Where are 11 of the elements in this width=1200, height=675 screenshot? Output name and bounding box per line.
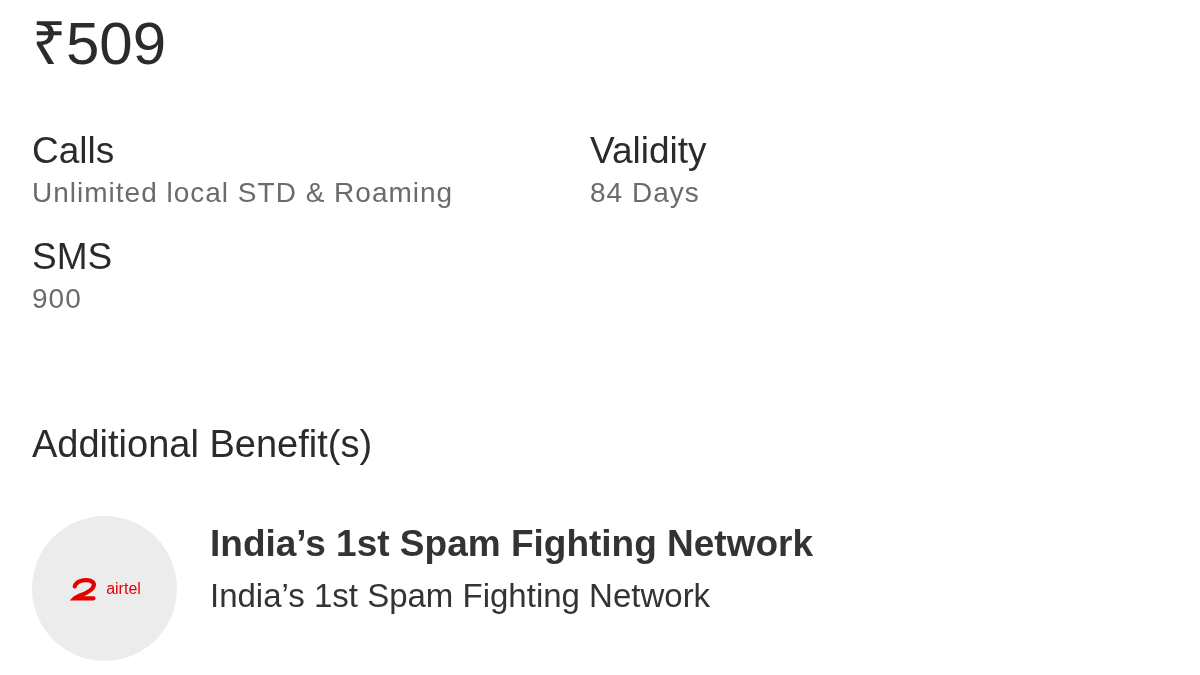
detail-value: Unlimited local STD & Roaming [32,176,455,210]
detail-value: 84 Days [590,176,701,210]
detail-label: Calls [32,130,116,172]
benefit-title: India’s 1st Spam Fighting Network [210,522,814,566]
detail-label: SMS [32,236,114,278]
detail-label: Validity [590,130,708,172]
detail-value: 900 [32,282,83,316]
logo-text: airtel [106,579,141,598]
benefit-subtitle: India’s 1st Spam Fighting Network [210,576,712,616]
plan-price: ₹509 [32,14,168,74]
section-heading: Additional Benefit(s) [32,422,374,466]
